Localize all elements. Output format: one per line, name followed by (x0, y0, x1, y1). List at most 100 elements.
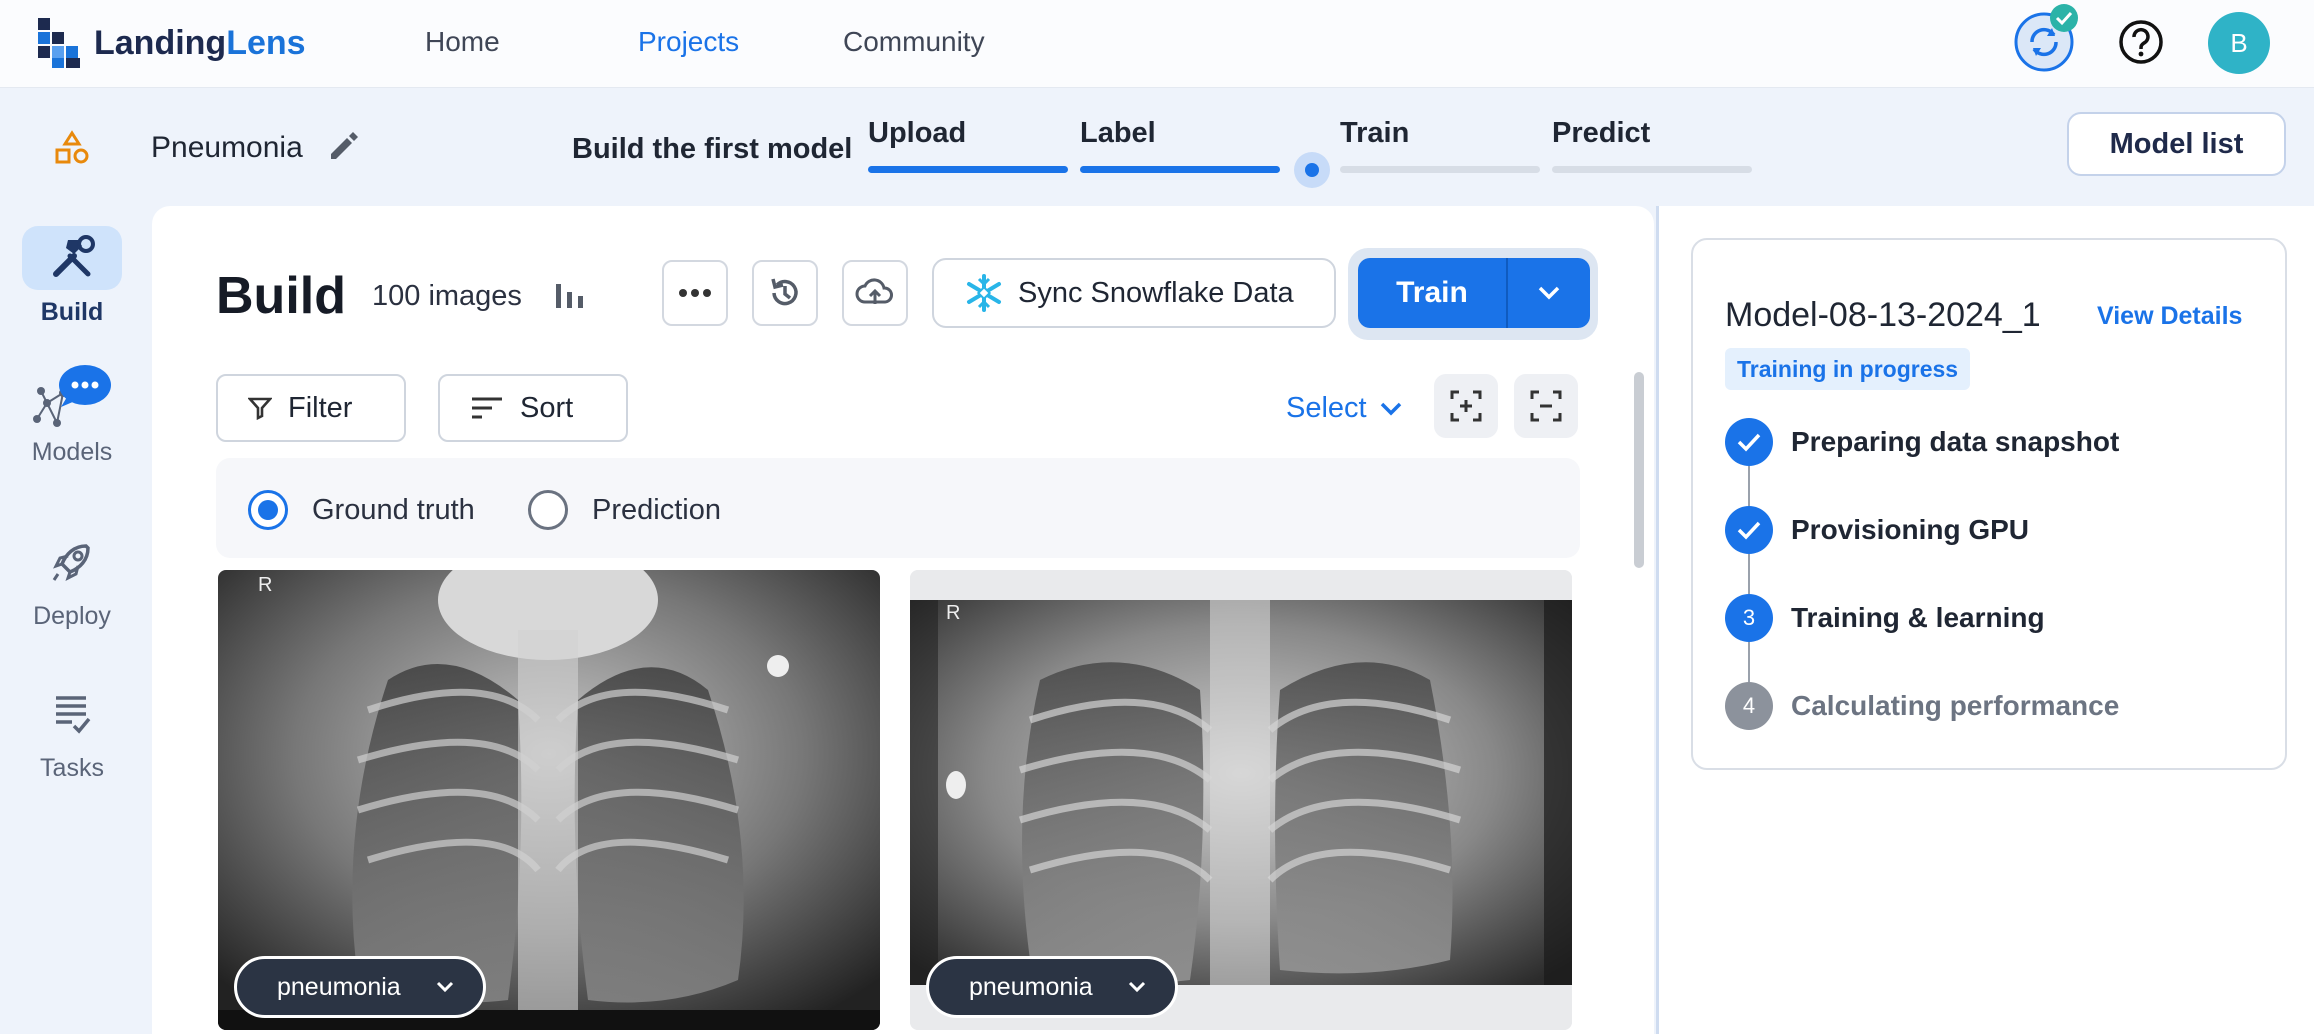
image-count: 100 images (372, 280, 522, 312)
scrollbar-thumb[interactable] (1634, 372, 1644, 568)
sort-label: Sort (520, 391, 574, 424)
step-predict[interactable]: Predict (1552, 117, 1650, 150)
snowflake-icon (967, 274, 1001, 312)
models-network-icon (22, 365, 122, 430)
training-status-card: Model-08-13-2024_1 View Details Training… (1691, 238, 2287, 770)
sync-status-icon[interactable] (2014, 2, 2080, 79)
project-name: Pneumonia (151, 131, 303, 164)
rocket-icon (22, 530, 122, 594)
radio-prediction-label: Prediction (592, 493, 721, 526)
step-train[interactable]: Train (1340, 117, 1409, 150)
train-button[interactable]: Train (1358, 258, 1508, 328)
user-avatar[interactable]: B (2208, 12, 2270, 74)
view-mode-selector: Ground truth Prediction (216, 458, 1580, 558)
radio-ground-truth[interactable]: Ground truth (248, 490, 475, 530)
training-panel: Model-08-13-2024_1 View Details Training… (1659, 206, 2314, 1034)
nav-home[interactable]: Home (425, 26, 500, 58)
training-step-label: Preparing data snapshot (1791, 426, 2120, 457)
xray-marker: R (258, 574, 273, 596)
train-options-dropdown[interactable] (1508, 258, 1590, 328)
training-step-done: Provisioning GPU (1725, 506, 2029, 554)
check-icon (1725, 418, 1773, 466)
history-button[interactable] (752, 260, 818, 326)
logo-text-landing: Landing (94, 23, 227, 62)
chevron-down-icon (1380, 402, 1401, 415)
step-upload-bar (868, 166, 1068, 173)
sync-snowflake-label: Sync Snowflake Data (1018, 276, 1294, 309)
ellipsis-icon (679, 289, 711, 297)
project-header: Pneumonia Build the first model Upload L… (0, 89, 2314, 205)
step-label[interactable]: Label (1080, 117, 1156, 150)
sidebar-item-tasks-label: Tasks (40, 754, 104, 782)
chevron-down-icon (436, 981, 453, 993)
sidebar-item-deploy-label: Deploy (33, 602, 111, 630)
training-step-active: 3 Training & learning (1725, 594, 2045, 642)
build-first-model-label: Build the first model (572, 133, 853, 165)
step-label-bar (1080, 166, 1280, 173)
sync-snowflake-button[interactable]: Sync Snowflake Data (932, 258, 1336, 328)
step-connector (1748, 466, 1750, 506)
training-step-label: Training & learning (1791, 602, 2045, 633)
nav-community[interactable]: Community (843, 26, 985, 58)
nav-projects[interactable]: Projects (638, 26, 739, 58)
history-icon (771, 278, 798, 306)
tasks-list-icon (22, 682, 122, 746)
radio-ground-truth-label: Ground truth (312, 493, 475, 526)
image-card[interactable]: R pneumonia (218, 570, 880, 1030)
model-name: Model-08-13-2024_1 (1725, 296, 2041, 334)
step-number-badge: 4 (1725, 682, 1773, 730)
image-card[interactable]: R pneumonia (910, 570, 1572, 1030)
edit-pencil-icon[interactable] (326, 129, 360, 168)
training-step-done: Preparing data snapshot (1725, 418, 2119, 466)
top-navbar: LandingLens Home Projects Community B (0, 0, 2314, 88)
zoom-out-button[interactable] (1514, 374, 1578, 438)
step-train-bar (1340, 166, 1540, 173)
step-upload[interactable]: Upload (868, 117, 966, 150)
sort-icon (472, 397, 502, 419)
filter-button[interactable]: Filter (216, 374, 406, 442)
check-icon (1725, 506, 1773, 554)
zoom-in-button[interactable] (1434, 374, 1498, 438)
class-tag-dropdown[interactable]: pneumonia (926, 956, 1178, 1018)
logo-text-lens: Lens (226, 23, 306, 62)
xray-marker: R (946, 602, 961, 624)
select-label: Select (1286, 392, 1367, 424)
step-connector (1748, 642, 1750, 682)
page-title: Build (216, 267, 346, 325)
sidebar-item-models[interactable]: Models (0, 365, 144, 467)
training-step-label: Calculating performance (1791, 690, 2120, 721)
step-number-badge: 3 (1725, 594, 1773, 642)
logo-cubes-icon (38, 18, 80, 68)
more-options-button[interactable] (662, 260, 728, 326)
filter-icon (248, 397, 272, 420)
train-button-group: Train (1348, 248, 1598, 340)
model-list-button[interactable]: Model list (2067, 112, 2286, 176)
step-predict-bar (1552, 166, 1752, 173)
cloud-upload-icon (855, 278, 893, 304)
help-icon[interactable] (2118, 19, 2164, 70)
sidebar-item-build-label: Build (40, 298, 104, 326)
class-tag-label: pneumonia (969, 972, 1093, 1001)
landinglens-logo[interactable]: LandingLens (36, 16, 306, 70)
bar-chart-icon[interactable] (552, 278, 586, 317)
radio-prediction[interactable]: Prediction (528, 490, 721, 530)
view-details-link[interactable]: View Details (2097, 302, 2242, 331)
status-badge: Training in progress (1725, 348, 1971, 390)
filter-label: Filter (288, 391, 353, 424)
hammer-wrench-icon (22, 226, 122, 290)
select-dropdown[interactable]: Select (1286, 392, 1403, 425)
sidebar-item-deploy[interactable]: Deploy (0, 530, 144, 631)
radio-button (528, 490, 568, 530)
upload-button[interactable] (842, 260, 908, 326)
sidebar-item-build[interactable]: Build (0, 226, 144, 327)
step-current-indicator (1294, 152, 1330, 188)
step-connector (1748, 554, 1750, 594)
radio-button-selected (248, 490, 288, 530)
sidebar-item-models-label: Models (31, 438, 113, 466)
training-step-label: Provisioning GPU (1791, 514, 2030, 545)
project-shapes-icon[interactable] (54, 130, 90, 171)
sort-button[interactable]: Sort (438, 374, 628, 442)
chevron-down-icon (1128, 981, 1145, 993)
class-tag-dropdown[interactable]: pneumonia (234, 956, 486, 1018)
sidebar-item-tasks[interactable]: Tasks (0, 682, 144, 783)
